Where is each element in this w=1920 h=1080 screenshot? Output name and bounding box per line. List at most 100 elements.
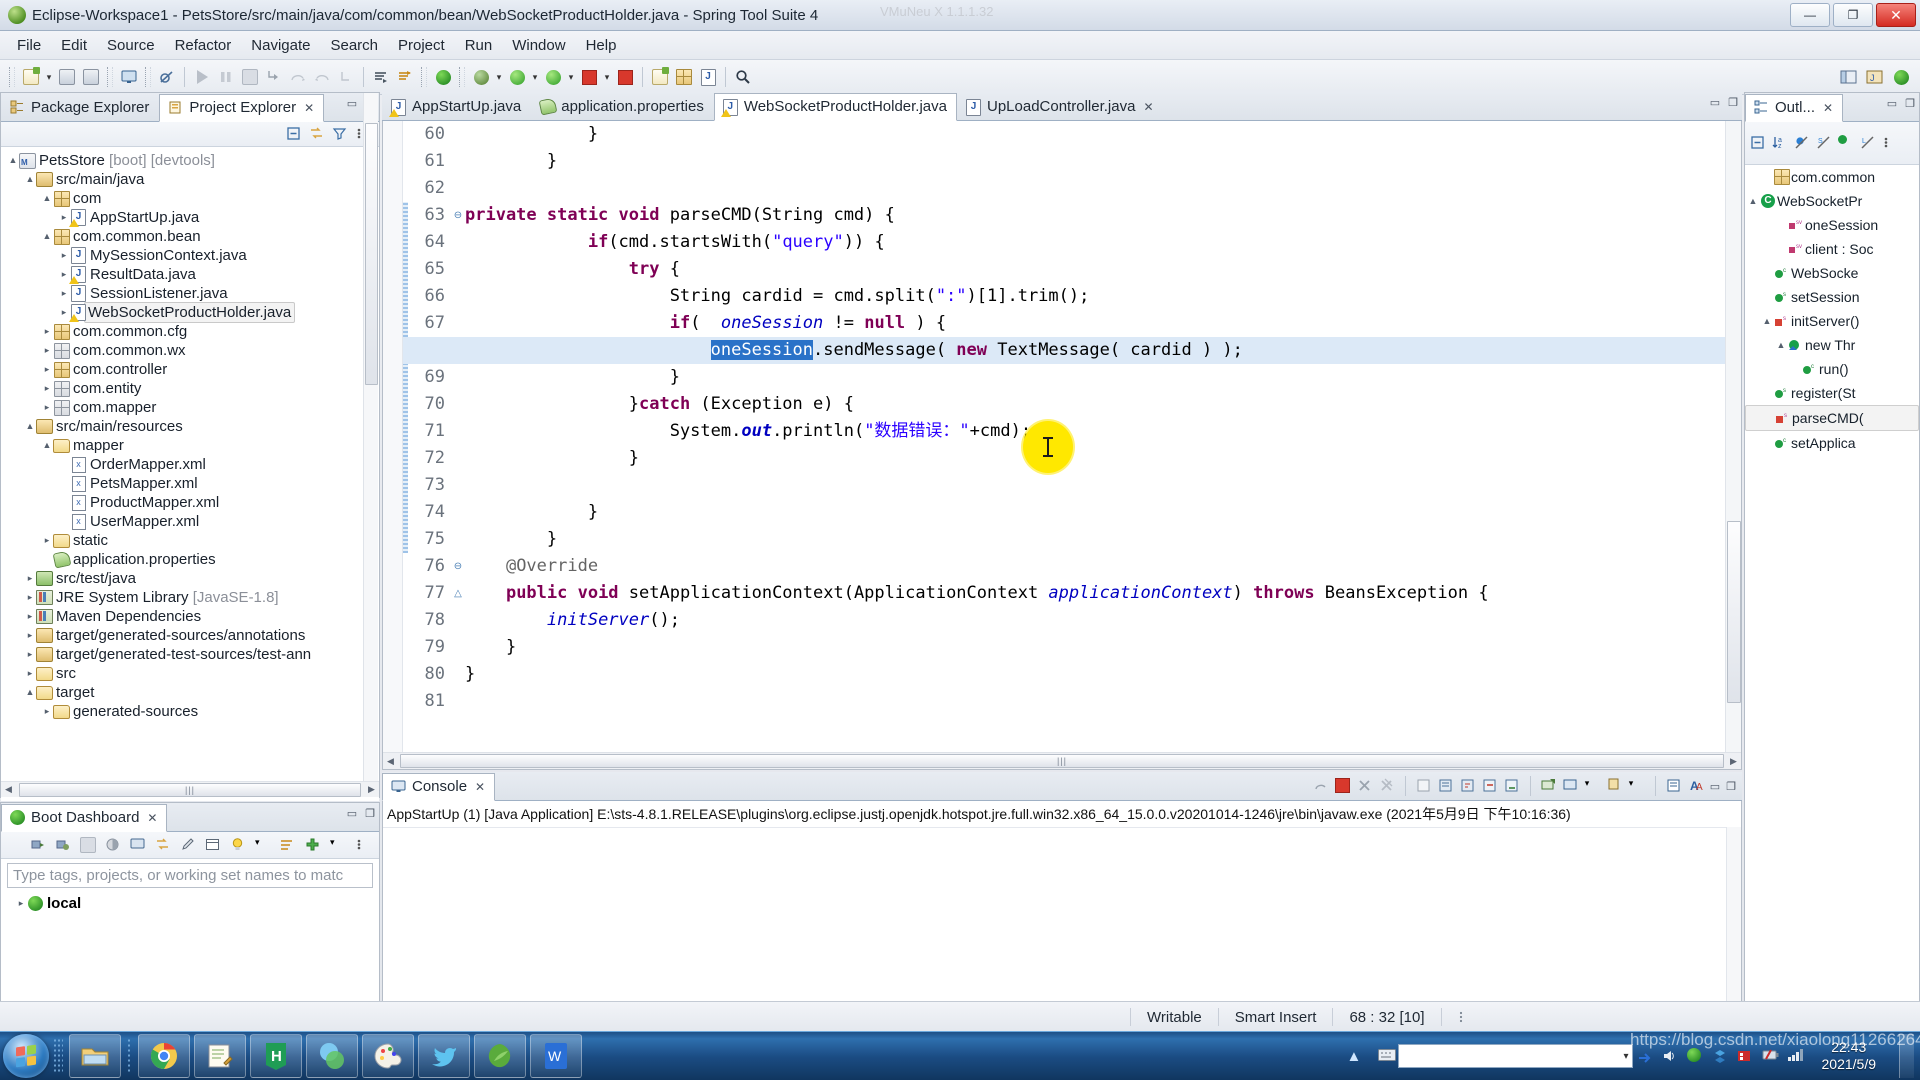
new-file-icon[interactable] <box>20 66 42 88</box>
tree-item[interactable]: ▲ com <box>1 189 379 208</box>
code-line[interactable]: oneSession.sendMessage( new TextMessage(… <box>465 337 1726 364</box>
minimize-button[interactable]: — <box>1790 3 1830 27</box>
link-with-editor-icon[interactable] <box>309 126 325 142</box>
expand-arrow-icon[interactable]: ▸ <box>58 284 70 303</box>
fold-toggle[interactable]: ⊖ <box>451 202 465 229</box>
fold-toggle[interactable]: ⊖ <box>451 553 465 580</box>
code-line[interactable] <box>465 688 1726 715</box>
expand-arrow-icon[interactable]: ▸ <box>41 379 53 398</box>
taskbar-media-player[interactable] <box>306 1034 358 1078</box>
maximize-button[interactable]: ❐ <box>1833 3 1873 27</box>
fold-toggle[interactable] <box>451 418 465 445</box>
tree-horizontal-scrollbar[interactable]: ◀ ||| ▶ <box>1 781 379 797</box>
project-tree[interactable]: ▲PetsStore [boot] [devtools]▲src/main/ja… <box>1 147 379 801</box>
ime-language-bar[interactable]: ▾ <box>1377 1044 1653 1068</box>
debug-icon[interactable] <box>470 66 492 88</box>
status-menu-icon[interactable] <box>1440 1008 1480 1026</box>
tree-item[interactable]: ▸ static <box>1 531 379 550</box>
pin-icon[interactable] <box>1607 778 1623 794</box>
stop-dropdown-arrow[interactable]: ▾ <box>602 66 612 88</box>
console-vertical-scrollbar[interactable] <box>1726 827 1741 1001</box>
tree-item[interactable]: x ProductMapper.xml <box>1 493 379 512</box>
hide-fields-icon[interactable] <box>1794 135 1810 151</box>
outline-item[interactable]: c WebSocke <box>1745 261 1919 285</box>
keyboard-icon[interactable] <box>1377 1048 1396 1064</box>
view-menu-icon[interactable] <box>1882 135 1898 151</box>
fold-toggle[interactable] <box>451 175 465 202</box>
network-icon[interactable] <box>1787 1048 1803 1064</box>
editor-marker-ruler[interactable] <box>383 121 403 769</box>
new-class-icon[interactable]: J <box>697 66 719 88</box>
toggle-breakpoint-icon[interactable] <box>156 66 178 88</box>
boot-dashboard-filter-input[interactable]: Type tags, projects, or working set name… <box>7 863 373 888</box>
tree-item[interactable]: ▸ J ResultData.java <box>1 265 379 284</box>
expand-arrow-icon[interactable]: ▸ <box>24 588 36 607</box>
remove-launch-icon[interactable] <box>1357 778 1373 794</box>
tree-item[interactable]: ▸ J WebSocketProductHolder.java <box>1 302 379 323</box>
expand-arrow-icon[interactable]: ▲ <box>41 436 53 455</box>
expand-arrow-icon[interactable]: ▸ <box>58 246 70 265</box>
code-editor[interactable]: 6061626364656667686970717273747576777879… <box>382 121 1742 770</box>
remove-all-launches-icon[interactable] <box>1379 778 1395 794</box>
new-console-view-icon[interactable] <box>1563 778 1579 794</box>
search-icon[interactable] <box>732 66 754 88</box>
tree-item[interactable]: x UserMapper.xml <box>1 512 379 531</box>
editor-tab-0[interactable]: J AppStartUp.java <box>382 93 531 120</box>
fold-toggle[interactable] <box>451 310 465 337</box>
toolbar-grip-3[interactable] <box>145 67 151 87</box>
code-line[interactable]: private static void parseCMD(String cmd)… <box>465 202 1726 229</box>
pin-console-icon[interactable] <box>1482 778 1498 794</box>
tree-item[interactable]: ▲ target <box>1 683 379 702</box>
terminate-all-icon[interactable] <box>1313 778 1329 794</box>
run-external-icon[interactable] <box>542 66 564 88</box>
spring-boot-icon[interactable] <box>432 66 454 88</box>
code-line[interactable]: } <box>465 661 1726 688</box>
video-recorder-icon[interactable] <box>1737 1048 1753 1064</box>
clear-console-icon[interactable] <box>1416 778 1432 794</box>
scroll-left-icon[interactable]: ◀ <box>1 784 16 795</box>
code-line[interactable]: initServer(); <box>465 607 1726 634</box>
code-line[interactable]: } <box>465 445 1726 472</box>
ime-toggle-icon[interactable] <box>1637 1048 1653 1064</box>
tree-item[interactable]: ▸ J SessionListener.java <box>1 284 379 303</box>
filter-icon[interactable] <box>280 837 296 853</box>
tab-package-explorer[interactable]: Package Explorer <box>1 94 159 121</box>
collapse-all-icon[interactable] <box>1750 135 1766 151</box>
code-line[interactable]: } <box>465 499 1726 526</box>
next-annotation-icon[interactable] <box>370 66 392 88</box>
expand-arrow-icon[interactable]: ▲ <box>24 417 36 436</box>
scroll-lock-icon[interactable] <box>1438 778 1454 794</box>
expand-arrow-icon[interactable]: ▲ <box>24 683 36 702</box>
qq-icon[interactable] <box>1686 1048 1703 1064</box>
tree-item[interactable]: ▸ J AppStartUp.java <box>1 208 379 227</box>
editor-vertical-scrollbar[interactable] <box>1725 121 1741 752</box>
minimize-icon[interactable]: ▭ <box>1710 780 1720 793</box>
fold-toggle[interactable] <box>451 121 465 148</box>
close-button[interactable]: ✕ <box>1876 3 1916 27</box>
outline-item[interactable]: ▲ C WebSocketPr <box>1745 189 1919 213</box>
toolbar-grip[interactable] <box>9 67 15 87</box>
editor-text-area[interactable]: } } private static void parseCMD(String … <box>465 121 1726 752</box>
maximize-icon[interactable]: ❐ <box>365 807 375 820</box>
fold-toggle[interactable] <box>451 688 465 715</box>
tree-item[interactable]: ▸ src/test/java <box>1 569 379 588</box>
save-all-icon[interactable] <box>80 66 102 88</box>
run-external-dropdown-arrow[interactable]: ▾ <box>566 66 576 88</box>
outline-tree[interactable]: com.common ▲ C WebSocketPr sv oneSession sv cli… <box>1745 165 1919 1005</box>
code-line[interactable]: if( oneSession != null ) { <box>465 310 1726 337</box>
lightbulb-dropdown-arrow[interactable]: ▾ <box>255 837 271 853</box>
hide-static-icon[interactable]: S <box>1816 135 1832 151</box>
minimize-icon[interactable]: ▭ <box>347 97 357 110</box>
restart-icon[interactable] <box>105 837 121 853</box>
new-package-icon[interactable] <box>673 66 695 88</box>
console-dropdown-arrow[interactable]: ▾ <box>1585 778 1601 794</box>
expand-arrow-icon[interactable]: ▸ <box>24 626 36 645</box>
code-line[interactable]: if(cmd.startsWith("query")) { <box>465 229 1726 256</box>
fold-toggle[interactable] <box>451 283 465 310</box>
outline-item[interactable]: sv client : Soc <box>1745 237 1919 261</box>
taskbar-clock[interactable]: 22:43 2021/5/9 <box>1812 1039 1887 1073</box>
toolbar-grip-2[interactable] <box>107 67 113 87</box>
view-filter-icon[interactable] <box>332 126 348 142</box>
tree-item[interactable]: ▲ src/main/java <box>1 170 379 189</box>
stop-icon[interactable] <box>80 837 96 853</box>
